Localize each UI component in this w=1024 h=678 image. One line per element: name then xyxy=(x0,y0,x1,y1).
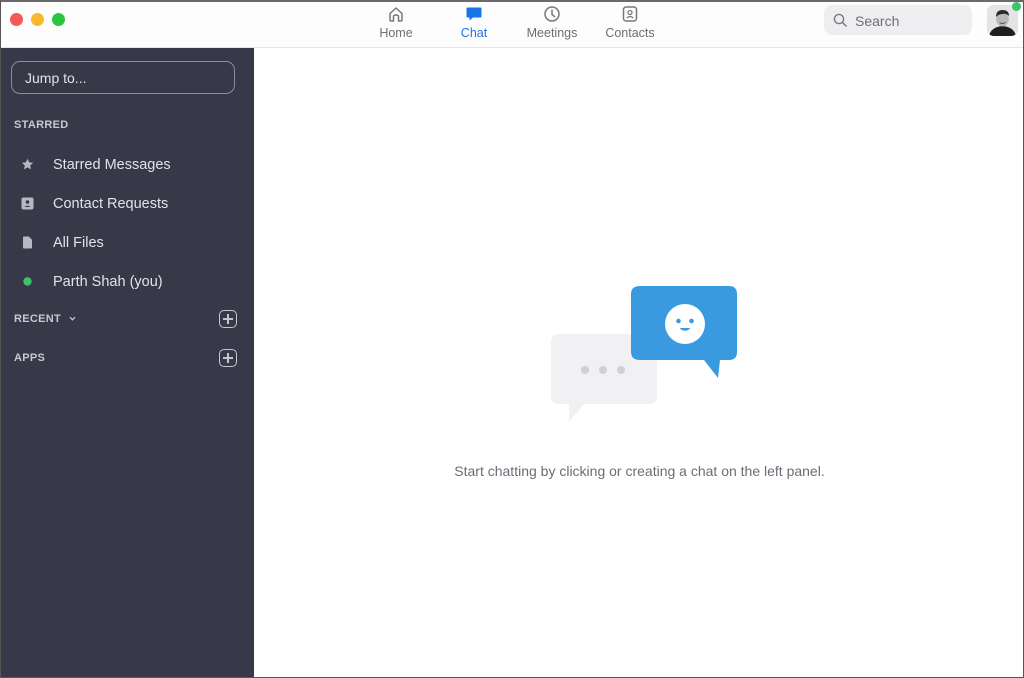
tab-meetings[interactable]: Meetings xyxy=(513,2,591,48)
file-icon xyxy=(23,236,32,249)
contact-card-icon xyxy=(622,6,638,22)
jump-to-input[interactable]: Jump to... xyxy=(11,61,235,94)
recent-section-header[interactable]: RECENT xyxy=(14,313,61,325)
sidebar-item-starred-messages[interactable]: Starred Messages xyxy=(1,148,254,182)
zoom-window-button[interactable] xyxy=(52,13,65,26)
sidebar-item-label: Contact Requests xyxy=(53,196,169,212)
tab-home[interactable]: Home xyxy=(357,2,435,48)
online-status-indicator xyxy=(1012,2,1021,11)
empty-chat-message: Start chatting by clicking or creating a… xyxy=(454,463,825,479)
minimize-window-button[interactable] xyxy=(31,13,44,26)
sidebar-item-self-chat[interactable]: Parth Shah (you) xyxy=(1,265,254,299)
add-recent-button[interactable] xyxy=(219,310,237,328)
sidebar-item-label: Parth Shah (you) xyxy=(53,274,163,290)
tab-contacts[interactable]: Contacts xyxy=(591,2,669,48)
search-placeholder: Search xyxy=(855,13,900,29)
chat-icon xyxy=(466,7,482,21)
starred-section-header: STARRED xyxy=(14,119,69,131)
apps-section-header: APPS xyxy=(14,352,46,364)
sidebar-item-all-files[interactable]: All Files xyxy=(1,226,254,260)
sidebar-item-label: Starred Messages xyxy=(53,157,171,173)
online-status-icon xyxy=(23,277,32,286)
chat-main-panel: Start chatting by clicking or creating a… xyxy=(254,48,1023,677)
sidebar-item-label: All Files xyxy=(53,235,104,251)
zoom-app-window: Home Chat Meetings Contacts Search Jump … xyxy=(0,0,1024,678)
add-app-button[interactable] xyxy=(219,349,237,367)
search-icon xyxy=(833,13,847,27)
tab-chat[interactable]: Chat xyxy=(435,2,513,48)
chevron-down-icon[interactable] xyxy=(69,315,76,322)
search-field[interactable]: Search xyxy=(824,5,972,35)
jump-to-placeholder: Jump to... xyxy=(25,70,87,86)
contact-request-icon xyxy=(21,197,34,210)
close-window-button[interactable] xyxy=(10,13,23,26)
chat-bubbles-illustration xyxy=(551,286,737,422)
tab-contacts-label: Contacts xyxy=(605,26,655,40)
sidebar-item-contact-requests[interactable]: Contact Requests xyxy=(1,187,254,221)
tab-chat-label: Chat xyxy=(460,26,488,40)
sidebar: Jump to... STARRED Starred Messages Cont… xyxy=(1,48,254,677)
clock-icon xyxy=(544,6,560,22)
title-bar: Home Chat Meetings Contacts Search xyxy=(1,2,1023,48)
tab-meetings-label: Meetings xyxy=(526,26,578,40)
tab-home-label: Home xyxy=(379,26,413,40)
home-icon xyxy=(389,7,403,22)
star-icon xyxy=(21,158,34,170)
